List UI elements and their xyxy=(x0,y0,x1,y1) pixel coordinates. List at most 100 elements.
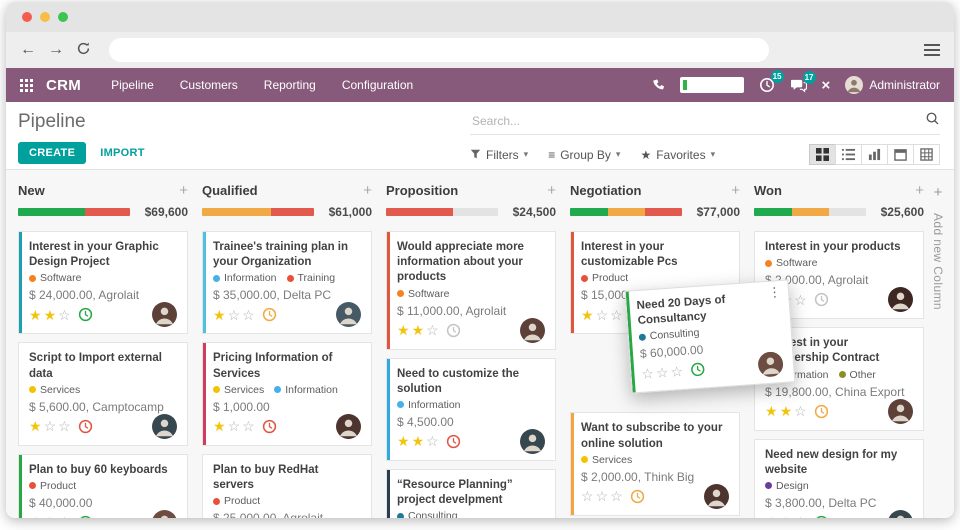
funnel-icon xyxy=(470,149,481,159)
kanban-card[interactable]: Interest in your Graphic Design Project … xyxy=(18,231,188,335)
nav-menu-customers[interactable]: Customers xyxy=(180,78,238,92)
card-amount: $ 24,000.00, Agrolait xyxy=(29,288,140,303)
user-menu[interactable]: Administrator xyxy=(845,76,940,94)
column-total: $61,000 xyxy=(328,205,372,219)
column-title: Proposition xyxy=(386,183,459,198)
search-icon[interactable] xyxy=(925,111,940,131)
graph-view-button[interactable] xyxy=(861,144,888,165)
kanban-card[interactable]: “Resource Planning” project develpment C… xyxy=(386,468,556,518)
activity-clock-icon[interactable] xyxy=(262,419,277,434)
reload-icon[interactable] xyxy=(76,41,91,60)
browser-window: ← → CRM Pipeline Customers Reporting Con… xyxy=(6,2,954,518)
star-rating[interactable]: ★★☆ xyxy=(397,319,441,341)
nav-menu-reporting[interactable]: Reporting xyxy=(264,78,316,92)
add-record-icon[interactable]: + xyxy=(915,182,924,199)
activities-clock-icon[interactable]: 15 xyxy=(759,70,784,93)
systray-progress[interactable] xyxy=(679,77,744,93)
column-title: Qualified xyxy=(202,183,258,198)
star-rating[interactable]: ★☆☆ xyxy=(213,415,257,437)
kanban-column-new: New + $69,600 Interest in your Graphic D… xyxy=(18,182,188,518)
card-tag: Product xyxy=(213,495,260,507)
star-rating[interactable]: ★★☆ xyxy=(765,511,809,518)
tag-dot-icon xyxy=(765,259,772,267)
activity-clock-icon[interactable] xyxy=(262,307,277,322)
browser-menu-icon[interactable] xyxy=(924,41,940,59)
column-progressbar[interactable] xyxy=(754,208,866,216)
star-rating[interactable]: ★☆☆ xyxy=(581,304,625,326)
kanban-card[interactable]: Would appreciate more information about … xyxy=(386,231,556,350)
star-rating[interactable]: ★★☆ xyxy=(765,400,809,422)
dragged-kanban-card[interactable]: ⋮ Need 20 Days of Consultancy Consulting… xyxy=(624,279,796,394)
list-view-button[interactable] xyxy=(835,144,862,165)
nav-menu-pipeline[interactable]: Pipeline xyxy=(111,78,154,92)
tag-dot-icon xyxy=(213,386,220,394)
forward-icon[interactable]: → xyxy=(48,42,64,58)
phone-icon[interactable] xyxy=(652,79,665,92)
url-bar[interactable] xyxy=(109,38,769,62)
add-record-icon[interactable]: + xyxy=(179,182,188,199)
kanban-card[interactable]: Script to Import external data Services … xyxy=(18,342,188,446)
column-progressbar[interactable] xyxy=(570,208,682,216)
messages-icon[interactable]: 17 xyxy=(790,70,816,93)
add-record-icon[interactable]: + xyxy=(731,182,740,199)
kanban-card[interactable]: Plan to buy 60 keyboards Product $ 40,00… xyxy=(18,453,188,518)
activity-clock-icon[interactable] xyxy=(814,404,829,419)
activity-clock-icon[interactable] xyxy=(446,323,461,338)
group-by-dropdown[interactable]: ≡ Group By ▾ xyxy=(548,148,620,162)
activity-clock-icon[interactable] xyxy=(814,292,829,307)
search-input[interactable] xyxy=(470,113,925,129)
filters-dropdown[interactable]: Filters ▾ xyxy=(470,148,528,162)
star-rating[interactable]: ☆☆☆ xyxy=(641,360,686,385)
activity-clock-icon[interactable] xyxy=(689,362,705,378)
activity-clock-icon[interactable] xyxy=(78,307,93,322)
kebab-menu-icon[interactable]: ⋮ xyxy=(768,284,782,301)
close-systray-icon[interactable]: × xyxy=(822,77,831,94)
tag-dot-icon xyxy=(397,512,404,518)
odoo-navbar: CRM Pipeline Customers Reporting Configu… xyxy=(6,68,954,102)
star-icon: ★ xyxy=(640,147,652,162)
kanban-card[interactable]: Need to customize the solution Informati… xyxy=(386,357,556,461)
activity-clock-icon[interactable] xyxy=(78,515,93,518)
close-window-icon[interactable] xyxy=(22,12,32,22)
kanban-view-button[interactable] xyxy=(809,144,836,165)
card-title: Plan to buy RedHat servers xyxy=(213,463,319,491)
kanban-card[interactable]: Want to subscribe to your online solutio… xyxy=(570,412,740,516)
star-rating[interactable]: ★☆☆ xyxy=(29,511,73,518)
minimize-window-icon[interactable] xyxy=(40,12,50,22)
column-progressbar[interactable] xyxy=(202,208,314,216)
systray: 15 17 × Administrator xyxy=(652,70,940,94)
star-rating[interactable]: ★★☆ xyxy=(29,304,73,326)
kanban-card[interactable]: Need new design for my website Design $ … xyxy=(754,438,924,518)
star-rating[interactable]: ★☆☆ xyxy=(29,415,73,437)
add-new-column-button[interactable]: + Add new Column xyxy=(924,170,952,310)
import-button[interactable]: IMPORT xyxy=(100,147,145,159)
maximize-window-icon[interactable] xyxy=(58,12,68,22)
card-tags: Product xyxy=(29,480,177,492)
activity-clock-icon[interactable] xyxy=(814,515,829,518)
kanban-card[interactable]: Pricing Information of Services Services… xyxy=(202,342,372,446)
column-progressbar[interactable] xyxy=(18,208,130,216)
pivot-view-button[interactable] xyxy=(913,144,940,165)
favorites-dropdown[interactable]: ★ Favorites ▾ xyxy=(640,148,715,162)
nav-menu-configuration[interactable]: Configuration xyxy=(342,78,413,92)
apps-grid-icon[interactable] xyxy=(20,78,33,92)
activity-clock-icon[interactable] xyxy=(446,434,461,449)
add-record-icon[interactable]: + xyxy=(547,182,556,199)
card-title: Need to customize the solution xyxy=(397,367,520,395)
kanban-card[interactable]: Trainee's training plan in your Organiza… xyxy=(202,231,372,335)
star-rating[interactable]: ☆☆☆ xyxy=(581,485,625,507)
kanban-column-proposition: Proposition + $24,500 Would appreciate m… xyxy=(386,182,556,518)
activity-clock-icon[interactable] xyxy=(630,489,645,504)
activity-clock-icon[interactable] xyxy=(78,419,93,434)
tag-dot-icon xyxy=(397,401,404,409)
column-progressbar[interactable] xyxy=(386,208,498,216)
add-record-icon[interactable]: + xyxy=(363,182,372,199)
star-rating[interactable]: ★★☆ xyxy=(397,430,441,452)
card-title: Want to subscribe to your online solutio… xyxy=(581,422,723,450)
create-button[interactable]: CREATE xyxy=(18,142,87,164)
kanban-card[interactable]: Plan to buy RedHat servers Product $ 25,… xyxy=(202,453,372,518)
calendar-view-button[interactable] xyxy=(887,144,914,165)
back-icon[interactable]: ← xyxy=(20,42,36,58)
card-amount: $ 25,000.00, Agrolait xyxy=(213,511,361,518)
star-rating[interactable]: ★☆☆ xyxy=(213,304,257,326)
